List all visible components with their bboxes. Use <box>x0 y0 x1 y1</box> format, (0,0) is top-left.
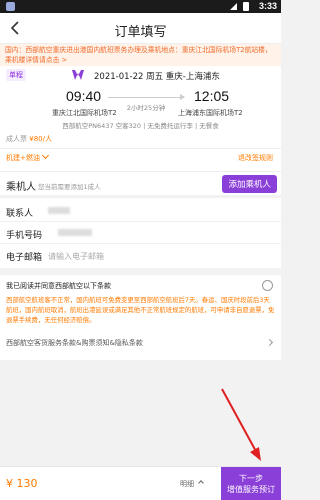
next-step-label: 下一步 <box>239 474 263 483</box>
bottom-bar: ¥ 130 明细 下一步 增值服务预订 <box>0 466 281 500</box>
next-step-sublabel: 增值服务预订 <box>227 485 275 494</box>
contact-name-row[interactable]: 联系人 <box>0 200 281 222</box>
chevron-right-icon[interactable] <box>265 338 274 347</box>
contact-email-row[interactable]: 电子邮箱 请输入电子邮箱 <box>0 244 281 266</box>
price-label: 成人票 <box>6 135 27 143</box>
contact-phone-label: 手机号码 <box>6 231 43 241</box>
flight-duration: 2小时25分钟 <box>126 104 166 112</box>
total-price: ¥ 130 <box>6 477 38 490</box>
arrival-time: 12:05 <box>194 88 230 104</box>
price-value: ¥80/人 <box>29 135 52 143</box>
arrival-airport: 上海浦东国际机场T2 <box>178 109 243 117</box>
contact-email-label: 电子邮箱 <box>6 253 43 263</box>
flight-info: 西部航空PN6437 空客320 | 无免费托运行李 | 无餐食 <box>62 122 219 130</box>
terms-body: 西部航空航班客不正常，国内航班可免费变更至西部航空航班后7天。春运、国庆时段前后… <box>6 296 275 324</box>
chevron-up-icon[interactable] <box>198 480 204 486</box>
flight-date-route: 2021-01-22 周五 重庆-上海浦东 <box>94 72 220 82</box>
airline-logo-icon <box>72 70 84 80</box>
flight-card: 单程 2021-01-22 周五 重庆-上海浦东 09:40 2小时25分钟 1… <box>0 66 281 172</box>
refund-rules-link[interactable]: 退改签规则 <box>238 153 273 163</box>
price-detail-button[interactable]: 明细 <box>180 479 194 489</box>
passenger-section: 乘机人 您当前需要添加1成人 添加乘机人 <box>0 172 281 195</box>
status-time: 3:33 <box>258 1 277 11</box>
battery-icon <box>243 2 249 11</box>
passenger-title: 乘机人 <box>6 182 36 193</box>
terms-checkbox[interactable] <box>262 280 273 291</box>
airport-notice-banner[interactable]: 国内：西部航空重庆进出港国内航班票务办理及乘机地点：重庆江北国际机场T2航站楼，… <box>0 44 281 66</box>
contact-phone-row[interactable]: 手机号码 <box>0 222 281 244</box>
departure-airport: 重庆江北国际机场T2 <box>52 109 117 117</box>
contact-phone-value-blurred[interactable] <box>58 229 92 236</box>
contact-name-label: 联系人 <box>6 209 34 219</box>
divider <box>0 148 281 149</box>
departure-time: 09:40 <box>66 88 102 104</box>
contact-section: 联系人 手机号码 电子邮箱 请输入电子邮箱 <box>0 198 281 268</box>
signal-icon <box>230 3 237 10</box>
title-bar: 订单填写 <box>0 13 281 44</box>
tax-fuel-dropdown[interactable]: 机建+燃油 <box>6 153 48 163</box>
app-notification-icon <box>6 2 15 11</box>
add-passenger-button[interactable]: 添加乘机人 <box>222 175 277 193</box>
passenger-hint: 您当前需要添加1成人 <box>38 183 101 191</box>
status-bar: 3:33 <box>0 0 281 13</box>
page-title: 订单填写 <box>114 24 167 39</box>
flight-path-arrow-icon <box>108 94 185 100</box>
terms-link[interactable]: 西部航空客货服务条款&购票须知&隐私条款 <box>6 338 143 348</box>
next-step-button[interactable]: 下一步 增值服务预订 <box>221 467 281 500</box>
terms-title: 我已阅读并同意西部航空以下条款 <box>6 282 111 290</box>
contact-name-value-blurred[interactable] <box>48 207 70 214</box>
terms-section: 我已阅读并同意西部航空以下条款 西部航空航班客不正常，国内航班可免费变更至西部航… <box>0 275 281 360</box>
email-input[interactable]: 请输入电子邮箱 <box>48 251 104 262</box>
trip-type-tag: 单程 <box>6 69 26 81</box>
adult-price-row: 成人票 ¥80/人 <box>6 134 52 144</box>
